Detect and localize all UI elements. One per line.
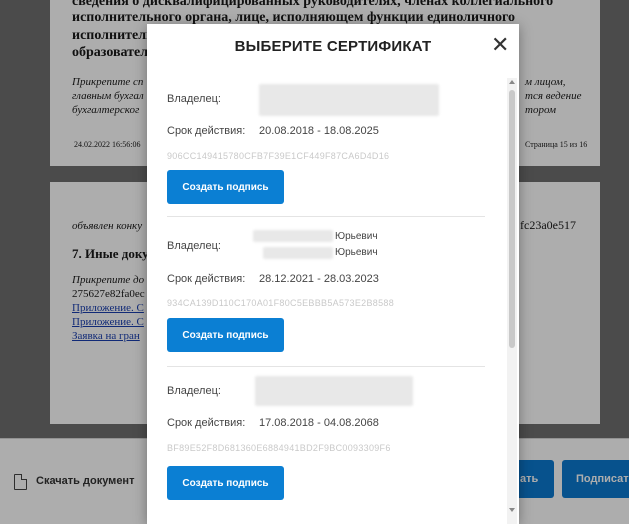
validity-value: 17.08.2018 - 04.08.2068 [259, 417, 379, 429]
owner-redacted [255, 376, 413, 406]
owner-label: Владелец: [167, 93, 221, 105]
owner-redacted [253, 230, 333, 242]
thumbprint: 906CC149415780CFB7F39E1CF449F87CA6D4D16 [167, 151, 390, 161]
validity-label: Срок действия: [167, 417, 246, 429]
scroll-up-icon[interactable] [509, 80, 515, 84]
owner-redacted [263, 247, 333, 259]
validity-label: Срок действия: [167, 125, 246, 137]
create-signature-button[interactable]: Создать подпись [167, 318, 284, 352]
owner-redacted [259, 84, 439, 116]
create-signature-button[interactable]: Создать подпись [167, 466, 284, 500]
thumbprint: BF89E52F8D681360E6884941BD2F9BC0093309F6 [167, 443, 391, 453]
owner-label: Владелец: [167, 240, 221, 252]
scrollbar-thumb[interactable] [509, 90, 515, 348]
divider [167, 366, 485, 367]
certificate-list: Владелец: Срок действия: 20.08.2018 - 18… [147, 74, 519, 524]
scrollbar[interactable] [507, 78, 517, 524]
dialog-title: ВЫБЕРИТЕ СЕРТИФИКАТ [234, 38, 432, 55]
owner-label: Владелец: [167, 385, 221, 397]
validity-value: 20.08.2018 - 18.08.2025 [259, 125, 379, 137]
close-icon[interactable]: ✕ [491, 34, 509, 56]
thumbprint: 934CA139D110C170A01F80C5EBBB5A573E2B8588 [167, 298, 394, 308]
validity-value: 28.12.2021 - 28.03.2023 [259, 273, 379, 285]
certificate-dialog: ВЫБЕРИТЕ СЕРТИФИКАТ ✕ Владелец: Срок дей… [147, 24, 519, 524]
owner-name: Юрьевич [335, 247, 378, 258]
divider [167, 216, 485, 217]
owner-name: Юрьевич [335, 231, 378, 242]
validity-label: Срок действия: [167, 273, 246, 285]
create-signature-button[interactable]: Создать подпись [167, 170, 284, 204]
scroll-down-icon[interactable] [509, 508, 515, 512]
